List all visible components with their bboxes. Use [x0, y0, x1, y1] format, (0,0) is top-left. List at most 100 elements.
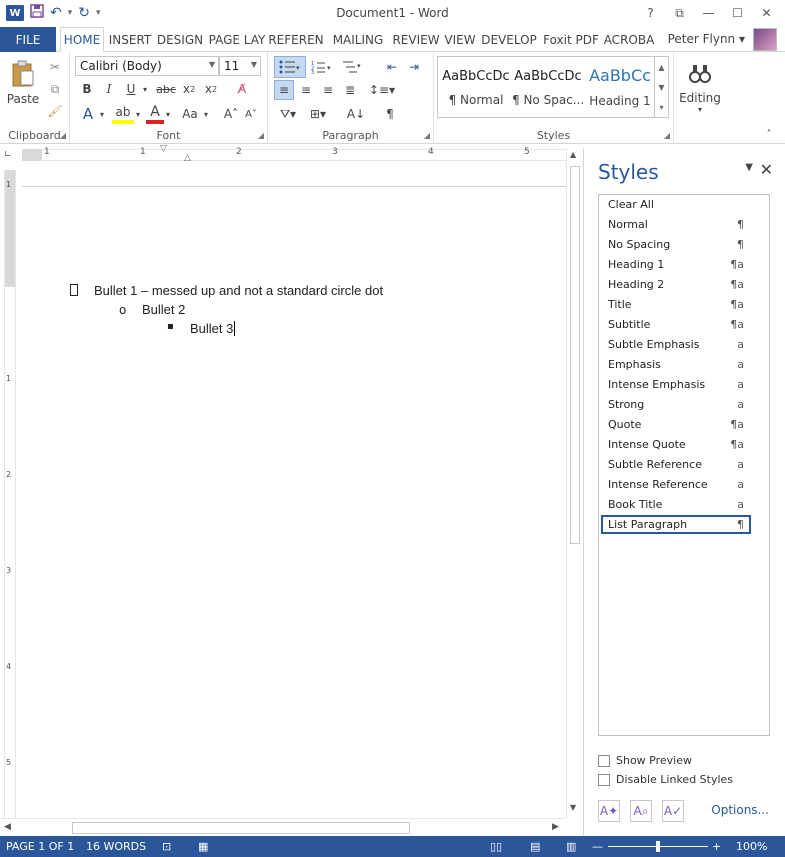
- gallery-more-icon[interactable]: ▾: [659, 103, 663, 112]
- web-layout-icon[interactable]: ▥: [566, 840, 576, 853]
- italic-button[interactable]: I: [100, 80, 118, 98]
- superscript-button[interactable]: x2: [202, 80, 220, 98]
- align-center-icon[interactable]: ≡: [296, 80, 316, 100]
- close-button[interactable]: ✕: [752, 2, 781, 24]
- style-item-intense-emphasis[interactable]: Intense Emphasis a: [601, 375, 751, 394]
- clipboard-launcher-icon[interactable]: ◢: [60, 131, 66, 140]
- page-count[interactable]: PAGE 1 OF 1: [6, 840, 74, 853]
- list-item-bullet-1[interactable]: Bullet 1 – messed up and not a standard …: [94, 283, 383, 298]
- tab-home[interactable]: HOME: [60, 27, 104, 53]
- justify-icon[interactable]: ≣: [340, 80, 360, 100]
- scroll-down-icon[interactable]: ▼: [570, 803, 576, 812]
- vertical-scroll-thumb[interactable]: [570, 166, 580, 544]
- highlight-icon[interactable]: ab: [112, 104, 134, 124]
- show-formatting-icon[interactable]: ¶: [380, 104, 400, 124]
- new-style-button[interactable]: A✦: [598, 800, 620, 822]
- tab-acrobat[interactable]: ACROBA: [602, 27, 656, 52]
- scroll-right-icon[interactable]: ▶: [552, 822, 559, 832]
- tab-foxit-pdf[interactable]: Foxit PDF: [540, 27, 602, 52]
- show-preview-option[interactable]: Show Preview: [598, 754, 692, 767]
- style-item-quote[interactable]: Quote ¶a: [601, 415, 751, 434]
- style-item-clear-all[interactable]: Clear All: [601, 195, 751, 214]
- hanging-indent-marker[interactable]: △: [184, 153, 191, 163]
- tab-design[interactable]: DESIGN: [156, 27, 204, 52]
- tab-file[interactable]: FILE: [0, 27, 56, 52]
- style-item-book-title[interactable]: Book Title a: [601, 495, 751, 514]
- style-item-intense-quote[interactable]: Intense Quote ¶a: [601, 435, 751, 454]
- align-right-icon[interactable]: ≡: [318, 80, 338, 100]
- horizontal-ruler[interactable]: [22, 149, 566, 161]
- style-item-subtle-reference[interactable]: Subtle Reference a: [601, 455, 751, 474]
- style-item-no-spacing[interactable]: No Spacing ¶: [601, 235, 751, 254]
- zoom-out-icon[interactable]: —: [592, 840, 603, 853]
- tab-review[interactable]: REVIEW: [390, 27, 442, 52]
- line-spacing-icon[interactable]: ↕≡▾: [368, 80, 396, 100]
- underline-dropdown-icon[interactable]: ▾: [140, 80, 150, 98]
- list-item-bullet-3[interactable]: Bullet 3: [190, 321, 236, 336]
- show-preview-checkbox[interactable]: [598, 754, 610, 767]
- scroll-left-icon[interactable]: ◀: [4, 822, 11, 832]
- style-item-intense-reference[interactable]: Intense Reference a: [601, 475, 751, 494]
- tab-page-layout[interactable]: PAGE LAY: [206, 27, 268, 52]
- highlight-dropdown-icon[interactable]: ▾: [134, 104, 142, 124]
- maximize-button[interactable]: ☐: [723, 2, 752, 24]
- strikethrough-button[interactable]: abc: [154, 80, 178, 98]
- tab-developer[interactable]: DEVELOP: [478, 27, 540, 52]
- disable-linked-styles-option[interactable]: Disable Linked Styles: [598, 773, 733, 786]
- bullets-button[interactable]: ▾: [274, 56, 306, 78]
- document-page[interactable]: Bullet 1 – messed up and not a standard …: [22, 164, 567, 818]
- borders-icon[interactable]: ⊞▾: [304, 104, 332, 124]
- style-item-emphasis[interactable]: Emphasis a: [601, 355, 751, 374]
- paragraph-launcher-icon[interactable]: ◢: [424, 131, 430, 140]
- tab-mailings[interactable]: MAILING: [328, 27, 388, 52]
- disable-linked-styles-checkbox[interactable]: [598, 773, 610, 786]
- options-link[interactable]: Options...: [711, 803, 769, 817]
- tab-references[interactable]: REFEREN: [268, 27, 324, 52]
- font-family-input[interactable]: Calibri (Body) ▼: [75, 56, 219, 76]
- style-chip-no-spacing[interactable]: AaBbCcDc ¶ No Spac...: [512, 61, 584, 115]
- style-item-heading-1[interactable]: Heading 1 ¶a: [601, 255, 751, 274]
- manage-styles-button[interactable]: A✓: [662, 800, 684, 822]
- subscript-button[interactable]: x2: [180, 80, 198, 98]
- zoom-slider-thumb[interactable]: [656, 841, 660, 852]
- collapse-ribbon-icon[interactable]: ˄: [762, 128, 776, 140]
- multilevel-list-icon[interactable]: ▾: [338, 56, 366, 78]
- style-chip-normal[interactable]: AaBbCcDc ¶ Normal: [440, 61, 512, 115]
- zoom-in-icon[interactable]: +: [712, 840, 721, 853]
- horizontal-scroll-thumb[interactable]: [72, 822, 410, 834]
- text-effects-dropdown-icon[interactable]: ▾: [98, 104, 106, 124]
- tab-insert[interactable]: INSERT: [106, 27, 154, 52]
- style-item-title[interactable]: Title ¶a: [601, 295, 751, 314]
- paste-button[interactable]: Paste: [6, 58, 40, 108]
- style-chip-heading-1[interactable]: AaBbCc Heading 1: [584, 61, 656, 115]
- cut-icon[interactable]: ✂: [46, 58, 64, 76]
- style-item-subtle-emphasis[interactable]: Subtle Emphasis a: [601, 335, 751, 354]
- style-inspector-button[interactable]: A⌕: [630, 800, 652, 822]
- numbering-icon[interactable]: 1 2 3 ▾: [308, 56, 336, 78]
- shrink-font-icon[interactable]: A˅: [242, 104, 260, 124]
- underline-button[interactable]: U: [122, 80, 140, 98]
- align-left-icon[interactable]: ≡: [274, 80, 294, 100]
- style-item-heading-2[interactable]: Heading 2 ¶a: [601, 275, 751, 294]
- editing-button[interactable]: Editing ▾: [678, 56, 722, 120]
- style-item-normal[interactable]: Normal ¶: [601, 215, 751, 234]
- text-effects-icon[interactable]: A: [78, 104, 98, 124]
- user-name[interactable]: Peter Flynn ▾: [668, 32, 745, 46]
- print-layout-icon[interactable]: ▤: [530, 840, 540, 853]
- change-case-dropdown-icon[interactable]: ▾: [202, 104, 210, 124]
- minimize-button[interactable]: —: [694, 2, 723, 24]
- copy-icon[interactable]: ⧉: [46, 80, 64, 98]
- increase-indent-icon[interactable]: ⇥: [404, 56, 424, 78]
- sort-icon[interactable]: A↓: [346, 104, 366, 124]
- gallery-up-icon[interactable]: ▲: [658, 63, 664, 72]
- horizontal-scrollbar[interactable]: ◀ ▶: [0, 818, 566, 836]
- scroll-up-icon[interactable]: ▲: [570, 150, 576, 159]
- macro-record-icon[interactable]: ▦: [198, 840, 208, 853]
- font-size-input[interactable]: 11 ▼: [219, 56, 261, 76]
- format-painter-icon[interactable]: 🖌: [46, 102, 64, 120]
- read-mode-icon[interactable]: ▯▯: [490, 840, 502, 853]
- ribbon-display-options-button[interactable]: ⧉: [665, 2, 694, 24]
- font-launcher-icon[interactable]: ◢: [258, 131, 264, 140]
- change-case-button[interactable]: Aa: [178, 104, 202, 124]
- list-item-bullet-2[interactable]: Bullet 2: [142, 302, 185, 317]
